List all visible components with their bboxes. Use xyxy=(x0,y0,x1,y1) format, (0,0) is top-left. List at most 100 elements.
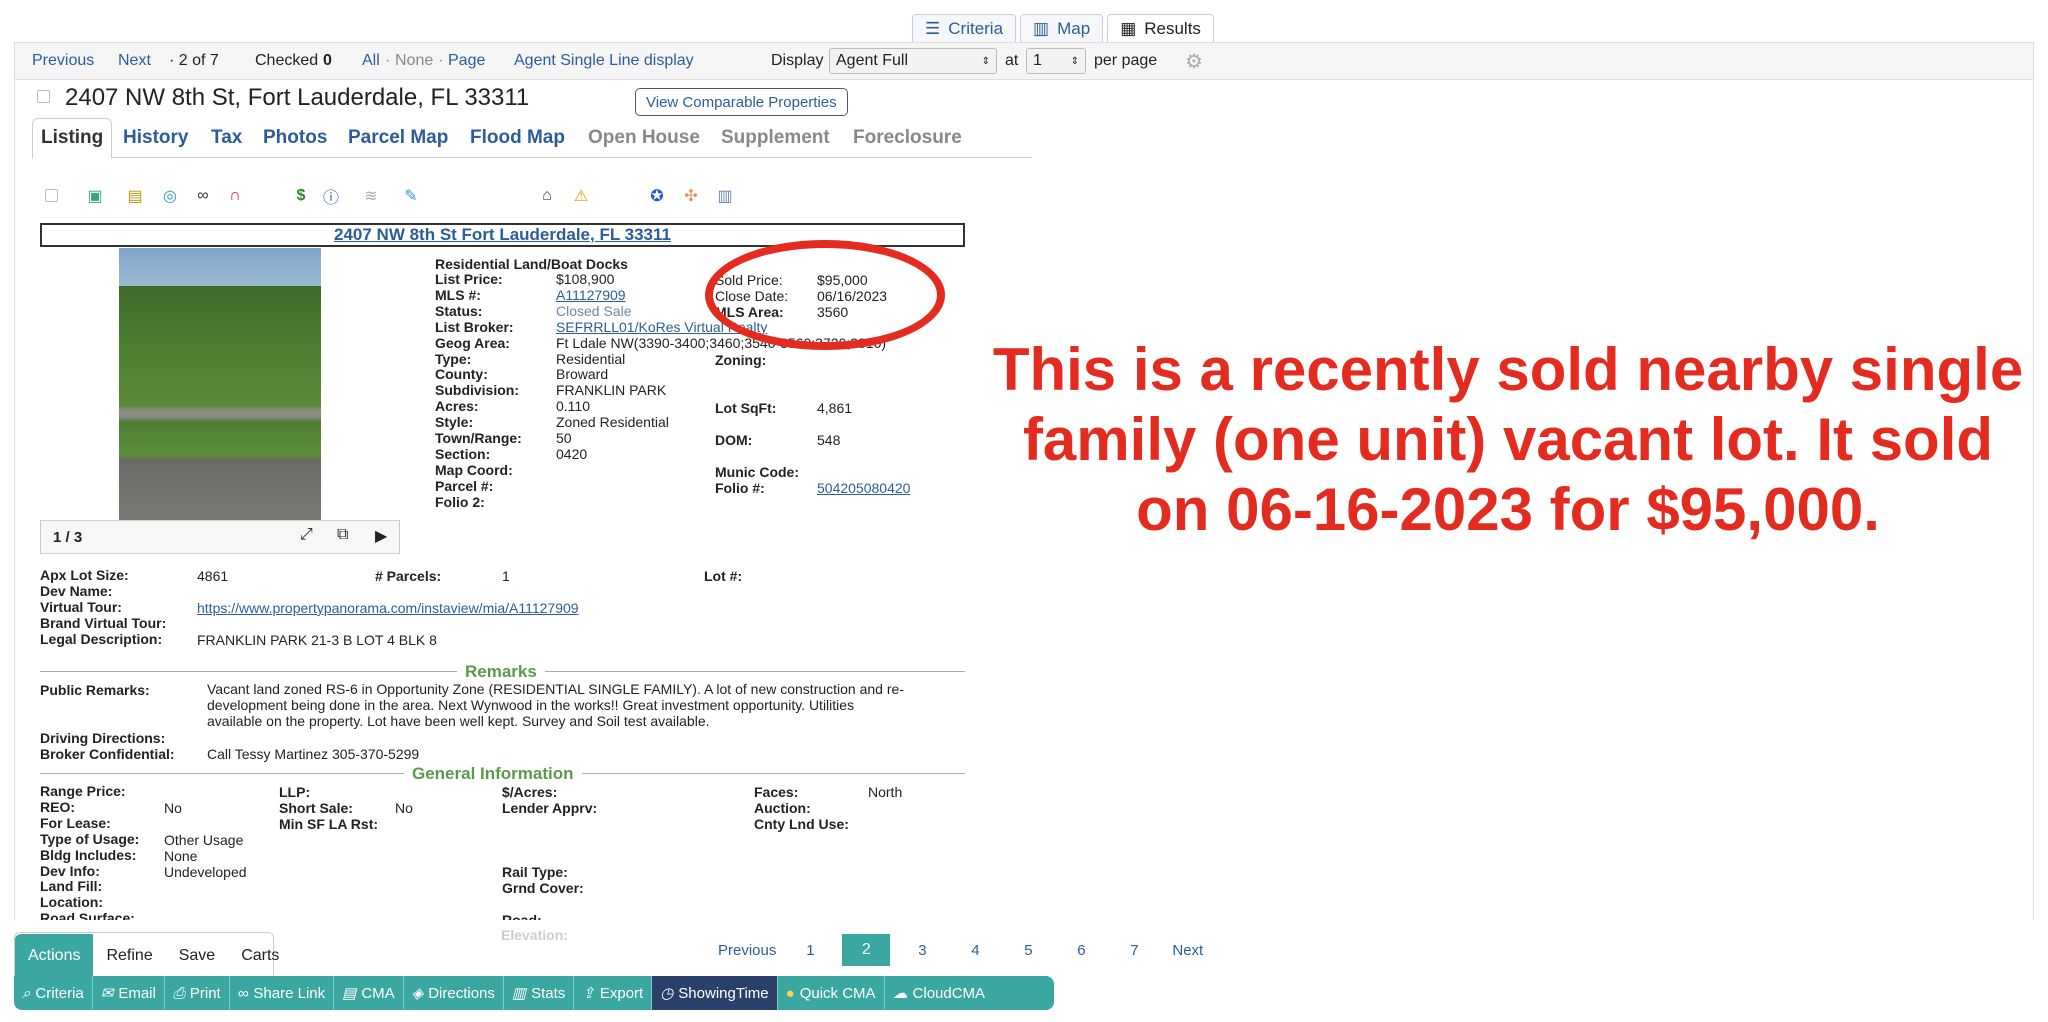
tab-listing[interactable]: Listing xyxy=(41,127,103,149)
action-cma[interactable]: ▤ CMA xyxy=(334,976,404,1010)
page-1[interactable]: 1 xyxy=(800,934,820,966)
globe-icon[interactable]: ◎ xyxy=(160,186,180,206)
tab-supplement[interactable]: Supplement xyxy=(721,127,830,149)
tab-save[interactable]: Save xyxy=(166,934,228,978)
tab-open-house[interactable]: Open House xyxy=(588,127,700,149)
info-icon[interactable]: ⓘ xyxy=(321,186,341,207)
tab-map[interactable]: ▥ Map xyxy=(1020,14,1104,42)
action-email[interactable]: ✉ Email xyxy=(93,976,165,1010)
action-stats[interactable]: ▥ Stats xyxy=(504,976,575,1010)
photo-icon[interactable]: ▣ xyxy=(85,186,105,206)
dollar-icon[interactable]: $ xyxy=(291,186,311,206)
elevation-label: Elevation: xyxy=(501,927,568,943)
action-directions[interactable]: ◈ Directions xyxy=(404,976,504,1010)
field-label: REO: xyxy=(40,798,75,815)
short-sale-value: No xyxy=(395,800,413,816)
virtual-tour-label: Virtual Tour: xyxy=(40,598,122,615)
next-photo-icon[interactable]: ▶ xyxy=(375,526,387,546)
gallery-icon[interactable]: ▤ xyxy=(125,186,145,206)
action-quick-cma[interactable]: ● Quick CMA xyxy=(778,976,885,1010)
folio-label: Folio #: xyxy=(715,480,765,496)
page-7[interactable]: 7 xyxy=(1124,934,1144,966)
page-3[interactable]: 3 xyxy=(912,934,932,966)
field-label: Folio 2: xyxy=(435,493,485,510)
address-banner-link[interactable]: 2407 NW 8th St Fort Lauderdale, FL 33311 xyxy=(334,225,671,244)
brand-tour-label: Brand Virtual Tour: xyxy=(40,614,167,631)
next-link[interactable]: Next xyxy=(118,52,151,70)
tab-flood-map[interactable]: Flood Map xyxy=(470,127,565,149)
dev-name-label: Dev Name: xyxy=(40,582,113,599)
page-6[interactable]: 6 xyxy=(1071,934,1091,966)
tab-refine[interactable]: Refine xyxy=(93,934,165,978)
page-2-current[interactable]: 2 xyxy=(842,934,891,966)
tab-history[interactable]: History xyxy=(123,127,188,149)
puzzle-icon[interactable]: ✣ xyxy=(681,186,701,206)
highlight-circle xyxy=(705,240,945,350)
auction-label: Auction: xyxy=(754,800,811,816)
subdivision-value: FRANKLIN PARK xyxy=(556,382,667,399)
checked-count: 0 xyxy=(323,52,332,69)
action-share-link[interactable]: ∞ Share Link xyxy=(230,976,335,1010)
previous-link[interactable]: Previous xyxy=(32,52,94,70)
tab-actions[interactable]: Actions xyxy=(15,933,94,978)
magnet-icon[interactable]: ∩ xyxy=(225,186,245,206)
view-comparable-button[interactable]: View Comparable Properties xyxy=(635,88,848,116)
house-icon[interactable]: ⌂ xyxy=(537,186,557,206)
tab-foreclosure[interactable]: Foreclosure xyxy=(853,127,962,149)
copy-icon[interactable]: ⧉ xyxy=(337,526,348,544)
lot-labels: Apx Lot Size: Dev Name: Virtual Tour: Br… xyxy=(40,567,167,648)
select-checkbox[interactable] xyxy=(45,189,58,202)
field-label: Section: xyxy=(435,445,491,462)
remarks-heading: Remarks xyxy=(457,662,545,682)
tab-carts[interactable]: Carts xyxy=(228,934,292,978)
check-page-link[interactable]: Page xyxy=(448,52,485,70)
gear-icon[interactable]: ⚙ xyxy=(1185,49,1203,74)
folio-link[interactable]: 504205080420 xyxy=(817,480,910,496)
tab-tax[interactable]: Tax xyxy=(211,127,242,149)
pager-previous[interactable]: Previous xyxy=(718,934,776,966)
page-4[interactable]: 4 xyxy=(965,934,985,966)
glasses-icon[interactable]: ∞ xyxy=(193,186,213,206)
tab-photos[interactable]: Photos xyxy=(263,127,327,149)
usage-value: Other Usage xyxy=(164,832,244,848)
pagination: Previous 1 2 3 4 5 6 7 Next xyxy=(718,934,1211,966)
handshake-icon[interactable]: ≋ xyxy=(361,186,381,206)
dom-value: 548 xyxy=(817,432,841,448)
agent-single-line-link[interactable]: Agent Single Line display xyxy=(514,52,694,70)
tab-results[interactable]: ▦ Results xyxy=(1107,14,1214,42)
check-none-link[interactable]: None xyxy=(395,52,433,70)
action-export[interactable]: ⇪ Export xyxy=(574,976,653,1010)
field-label: Style: xyxy=(435,414,474,431)
action-cloudcma[interactable]: ☁ CloudCMA xyxy=(885,976,994,1010)
broker-confidential: Call Tessy Martinez 305-370-5299 xyxy=(207,746,420,762)
showingtime-icon: ◷ xyxy=(660,985,674,1002)
virtual-tour-link[interactable]: https://www.propertypanorama.com/instavi… xyxy=(197,600,579,616)
field-label: List Broker: xyxy=(435,318,514,335)
pager-next[interactable]: Next xyxy=(1172,934,1203,966)
school-icon[interactable]: ✪ xyxy=(647,186,667,206)
core-field-labels: List Price: MLS #: Status: List Broker: … xyxy=(435,271,522,511)
building-icon[interactable]: ▥ xyxy=(715,186,735,206)
faces-label: Faces: xyxy=(754,784,799,800)
fullscreen-icon[interactable]: ⤢ xyxy=(300,526,313,544)
tools-icon[interactable]: ✎ xyxy=(401,186,421,206)
select-arrows-icon: ⇕ xyxy=(1070,55,1079,67)
warning-icon[interactable]: ⚠ xyxy=(571,186,591,206)
field-label: MLS #: xyxy=(435,286,481,303)
check-all-link[interactable]: All xyxy=(362,52,380,70)
tab-criteria[interactable]: ☰ Criteria xyxy=(912,14,1017,42)
property-photo[interactable] xyxy=(119,248,321,520)
action-criteria[interactable]: ⌕ Criteria xyxy=(14,976,93,1010)
document-icon: ▤ xyxy=(342,985,357,1002)
display-select[interactable]: Agent Full ⇕ xyxy=(829,48,997,74)
action-showingtime[interactable]: ◷ ShowingTime xyxy=(652,976,778,1010)
page-5[interactable]: 5 xyxy=(1018,934,1038,966)
reo-value: No xyxy=(164,800,182,816)
per-page-select[interactable]: 1 ⇕ xyxy=(1026,48,1086,74)
listing-checkbox[interactable] xyxy=(37,90,50,103)
tab-parcel-map[interactable]: Parcel Map xyxy=(348,127,448,149)
public-remarks-label: Public Remarks: xyxy=(40,682,150,698)
per-acre-label: $/Acres: xyxy=(502,784,558,800)
action-print[interactable]: ⎙ Print xyxy=(165,976,230,1010)
record-position: · 2 of 7 xyxy=(169,52,219,69)
